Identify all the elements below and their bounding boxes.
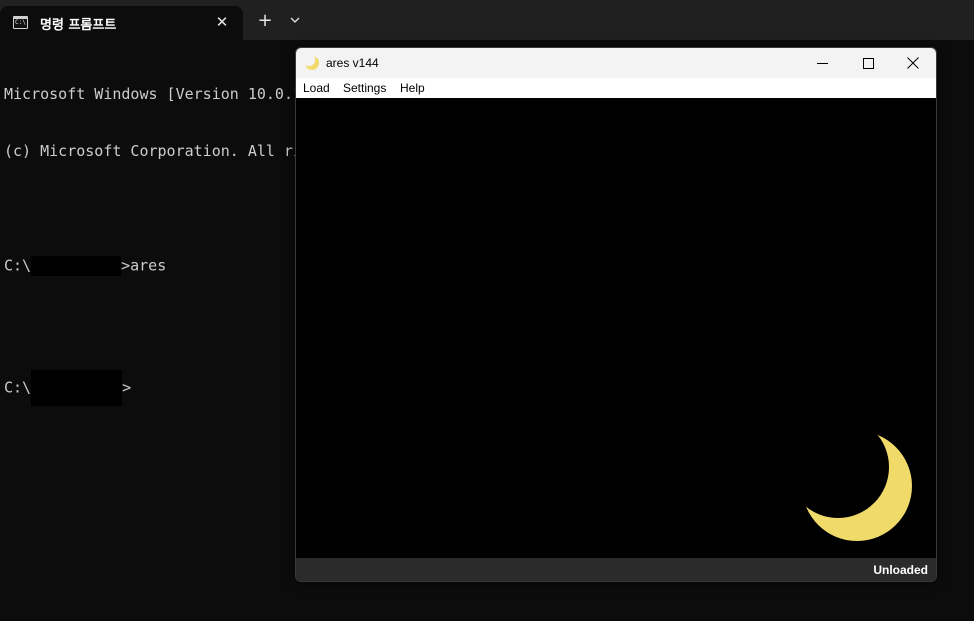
close-tab-icon[interactable]: ✕ bbox=[213, 13, 231, 31]
tab-bar: C:\ 명령 프롬프트 ✕ + bbox=[0, 0, 974, 40]
terminal-icon: C:\ bbox=[13, 16, 28, 29]
moon-app-icon bbox=[304, 55, 319, 70]
new-tab-button[interactable]: + bbox=[255, 11, 275, 31]
terminal-line: C:\ >ares bbox=[4, 256, 167, 276]
tab-command-prompt[interactable]: C:\ 명령 프롬프트 ✕ bbox=[0, 6, 243, 40]
maximize-icon bbox=[862, 57, 874, 69]
status-text: Unloaded bbox=[873, 563, 928, 577]
ares-title-bar[interactable]: ares v144 bbox=[296, 48, 936, 78]
redacted-block bbox=[31, 256, 122, 276]
minimize-icon bbox=[816, 62, 828, 64]
tab-title: 명령 프롬프트 bbox=[40, 18, 117, 33]
maximize-button[interactable] bbox=[845, 48, 891, 78]
ares-window: ares v144 Load Settings Help Unloaded bbox=[295, 47, 937, 582]
menu-bar: Load Settings Help bbox=[296, 78, 936, 98]
close-button[interactable] bbox=[890, 48, 936, 78]
close-icon bbox=[907, 57, 919, 69]
menu-settings[interactable]: Settings bbox=[343, 81, 386, 95]
menu-load[interactable]: Load bbox=[303, 81, 330, 95]
menu-help[interactable]: Help bbox=[400, 81, 425, 95]
terminal-line: (c) Microsoft Corporation. All ri bbox=[4, 142, 303, 160]
window-title: ares v144 bbox=[326, 56, 379, 70]
chevron-down-icon[interactable] bbox=[285, 11, 305, 31]
terminal-output[interactable]: Microsoft Windows [Version 10.0.1 (c) Mi… bbox=[4, 47, 302, 427]
moon-logo-icon bbox=[801, 430, 912, 541]
emulator-viewport[interactable] bbox=[296, 98, 936, 558]
redacted-block bbox=[31, 370, 123, 406]
terminal-line: C:\ > bbox=[4, 370, 302, 406]
minimize-button[interactable] bbox=[799, 48, 845, 78]
terminal-line: Microsoft Windows [Version 10.0.1 bbox=[4, 85, 303, 103]
status-bar: Unloaded bbox=[296, 558, 936, 581]
